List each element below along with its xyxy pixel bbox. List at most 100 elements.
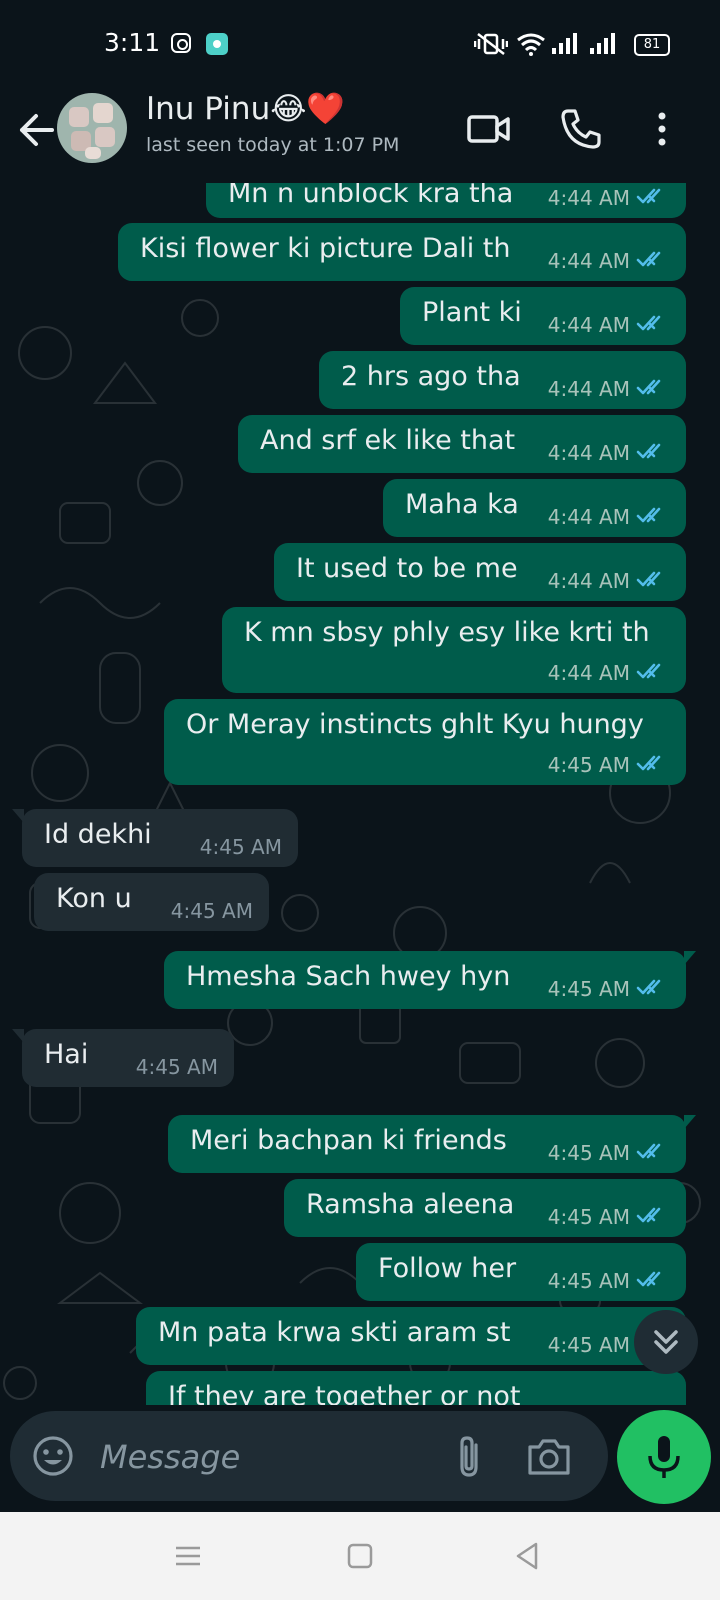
message-meta: 4:44 AM <box>548 569 670 593</box>
message-time: 4:45 AM <box>547 1269 630 1293</box>
message-text: K mn sbsy phly esy like krti th <box>244 617 650 648</box>
home-nav-icon[interactable] <box>342 1538 378 1574</box>
message-text: Or Meray instincts ghlt Kyu hungy <box>186 709 644 740</box>
instagram-notification-icon <box>171 33 191 53</box>
message-text: Hai <box>44 1039 89 1070</box>
camera-icon[interactable] <box>526 1435 572 1477</box>
message-text: If they are together or not <box>168 1381 521 1405</box>
avatar[interactable] <box>57 93 127 163</box>
message-time: 4:45 AM <box>199 835 282 859</box>
last-seen-status: last seen today at 1:07 PM <box>146 134 400 156</box>
message-time: 4:44 AM <box>547 186 630 210</box>
double-tick-icon <box>636 570 670 592</box>
double-tick-icon <box>636 442 670 464</box>
menu-nav-icon[interactable] <box>170 1538 206 1574</box>
message-meta: 4:45 AM <box>200 835 282 859</box>
outgoing-message[interactable]: Meri bachpan ki friends 4:45 AM <box>168 1115 696 1173</box>
message-meta: 4:45 AM <box>548 1205 670 1229</box>
status-bar: 3:11 81 <box>0 0 720 88</box>
message-meta: 4:45 AM <box>548 1269 670 1293</box>
double-tick-icon <box>636 187 670 209</box>
emoji-icon[interactable] <box>32 1435 74 1477</box>
mic-icon[interactable] <box>617 1410 711 1504</box>
message-input[interactable] <box>98 1431 422 1483</box>
wifi-icon <box>516 32 546 60</box>
message-time: 4:44 AM <box>547 441 630 465</box>
outgoing-message[interactable]: Follow her 4:45 AM <box>356 1243 686 1301</box>
outgoing-message[interactable]: If they are together or not <box>146 1371 686 1405</box>
message-text: Hmesha Sach hwey hyn <box>186 961 511 992</box>
outgoing-message[interactable]: Or Meray instincts ghlt Kyu hungy 4:45 AM <box>164 699 686 785</box>
message-meta: 4:44 AM <box>548 441 670 465</box>
outgoing-message[interactable]: Kisi flower ki picture Dali th 4:44 AM <box>118 223 686 281</box>
message-meta: 4:44 AM <box>548 661 670 685</box>
message-meta: 4:45 AM <box>548 1141 670 1165</box>
message-time: 4:45 AM <box>547 1141 630 1165</box>
outgoing-message[interactable]: Hmesha Sach hwey hyn 4:45 AM <box>164 951 696 1009</box>
message-time: 4:45 AM <box>170 899 253 923</box>
outgoing-message[interactable]: Maha ka 4:44 AM <box>383 479 686 537</box>
bubble-tail <box>12 809 24 823</box>
outgoing-message[interactable]: 2 hrs ago tha 4:44 AM <box>319 351 686 409</box>
message-time: 4:44 AM <box>547 505 630 529</box>
contact-name[interactable]: Inu Pinu😂❤️ <box>146 90 345 127</box>
message-time: 4:45 AM <box>547 977 630 1001</box>
back-nav-icon[interactable] <box>510 1538 546 1574</box>
outgoing-message[interactable]: K mn sbsy phly esy like krti th 4:44 AM <box>222 607 686 693</box>
back-arrow-icon[interactable] <box>16 108 56 152</box>
status-time: 3:11 <box>104 28 161 57</box>
message-text: Mn n unblock kra tha <box>228 183 514 209</box>
signal-icon-2 <box>588 32 616 60</box>
scroll-down-icon[interactable] <box>634 1310 698 1374</box>
system-nav-bar <box>0 1512 720 1600</box>
outgoing-message[interactable]: Mn n unblock kra tha 4:44 AM <box>206 183 686 218</box>
message-text: And srf ek like that <box>260 425 516 456</box>
message-text: Kon u <box>56 883 132 914</box>
double-tick-icon <box>636 314 670 336</box>
incoming-message[interactable]: Kon u 4:45 AM <box>34 873 269 931</box>
message-time: 4:44 AM <box>547 377 630 401</box>
bubble-tail <box>12 1029 24 1043</box>
message-meta: 4:44 AM <box>548 186 670 210</box>
outgoing-message[interactable]: Ramsha aleena 4:45 AM <box>284 1179 686 1237</box>
video-call-icon[interactable] <box>466 106 512 152</box>
message-meta: 4:44 AM <box>548 377 670 401</box>
message-text: Meri bachpan ki friends <box>190 1125 507 1156</box>
message-time: 4:44 AM <box>547 569 630 593</box>
message-time: 4:44 AM <box>547 661 630 685</box>
message-meta: 4:45 AM <box>171 899 253 923</box>
message-text: Kisi flower ki picture Dali th <box>140 233 511 264</box>
composer-bar <box>0 1405 720 1512</box>
message-time: 4:44 AM <box>547 313 630 337</box>
message-input-container[interactable] <box>10 1411 608 1501</box>
double-tick-icon <box>636 978 670 1000</box>
bubble-tail <box>684 951 696 965</box>
voice-call-icon[interactable] <box>558 106 604 152</box>
outgoing-message[interactable]: Plant ki 4:44 AM <box>400 287 686 345</box>
attach-icon[interactable] <box>450 1433 490 1481</box>
chat-header: Inu Pinu😂❤️ last seen today at 1:07 PM <box>0 88 720 183</box>
outgoing-message[interactable]: Mn pata krwa skti aram st 4:45 AM <box>136 1307 686 1365</box>
outgoing-message[interactable]: It used to be me 4:44 AM <box>274 543 686 601</box>
message-text: Plant ki <box>422 297 522 328</box>
signal-icon <box>550 32 578 60</box>
double-tick-icon <box>636 1206 670 1228</box>
message-text: Ramsha aleena <box>306 1189 515 1220</box>
incoming-message[interactable]: Hai 4:45 AM <box>12 1029 234 1087</box>
more-options-icon[interactable] <box>652 106 672 152</box>
outgoing-message[interactable]: And srf ek like that 4:44 AM <box>238 415 686 473</box>
message-text: It used to be me <box>296 553 518 584</box>
vibrate-icon <box>473 32 509 60</box>
double-tick-icon <box>636 506 670 528</box>
double-tick-icon <box>636 662 670 684</box>
message-text: Mn pata krwa skti aram st <box>158 1317 511 1348</box>
message-time: 4:45 AM <box>547 1333 630 1357</box>
message-time: 4:45 AM <box>547 1205 630 1229</box>
message-meta: 4:44 AM <box>548 505 670 529</box>
message-meta: 4:44 AM <box>548 313 670 337</box>
app-notification-icon <box>206 33 228 55</box>
double-tick-icon <box>636 1142 670 1164</box>
incoming-message[interactable]: Id dekhi 4:45 AM <box>12 809 298 867</box>
message-text: Id dekhi <box>44 819 152 850</box>
message-list[interactable]: Mn n unblock kra tha 4:44 AM Kisi flower k… <box>0 183 720 1405</box>
